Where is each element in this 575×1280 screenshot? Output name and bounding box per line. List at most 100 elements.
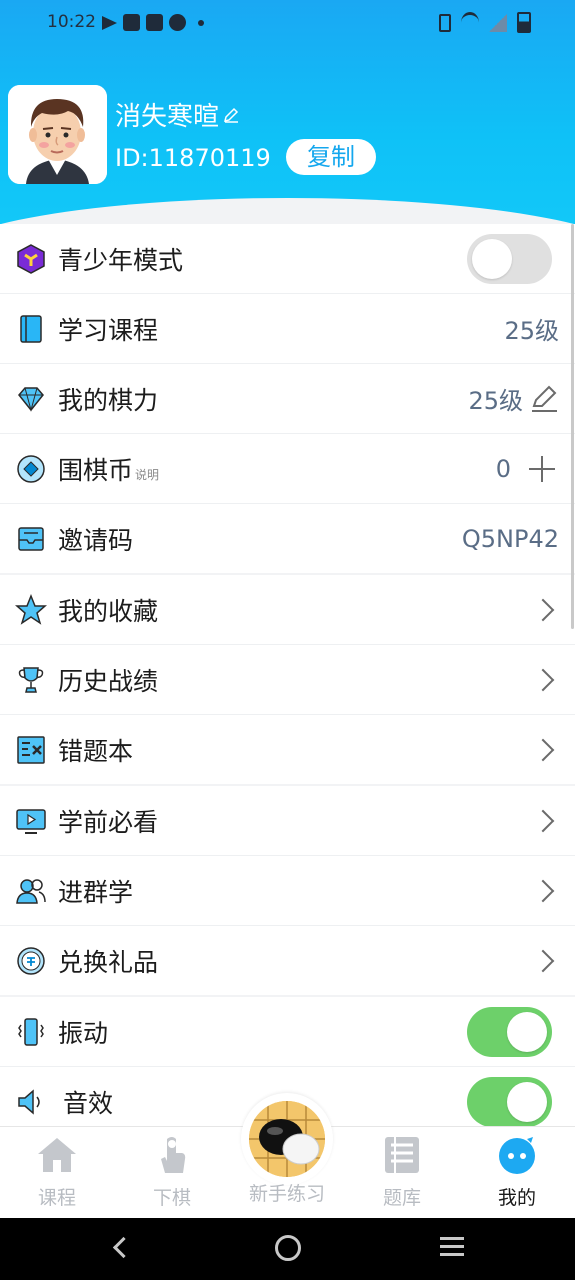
- row-label: 进群学: [58, 877, 134, 907]
- signal-icon: [489, 13, 507, 32]
- avatar-cartoon-icon: [8, 85, 107, 184]
- coin-help-link[interactable]: 说明: [135, 468, 159, 482]
- copy-id-button[interactable]: 复制: [286, 139, 376, 175]
- value-text: Q5NP42: [461, 524, 559, 553]
- recent-apps-icon[interactable]: [440, 1237, 464, 1256]
- status-time: 10:22: [47, 12, 96, 32]
- wifi-icon: [461, 12, 479, 33]
- skill-level-value[interactable]: 25级: [468, 381, 559, 416]
- coin-label: 围棋币: [58, 455, 134, 485]
- row-invite-code[interactable]: 邀请码 Q5NP42: [0, 504, 575, 573]
- home-circle-icon[interactable]: [275, 1235, 301, 1261]
- settings-section-records: 我的收藏 历史战绩 错题本: [0, 575, 575, 784]
- toggle-knob: [472, 238, 512, 279]
- row-courses[interactable]: 学习课程 25级: [0, 294, 575, 364]
- settings-section-community: 学前必看 进群学 兑换礼品: [0, 786, 575, 995]
- row-label: 错题本: [58, 736, 134, 766]
- chevron-right-icon: [531, 949, 555, 972]
- system-navigation-bar: [0, 1218, 575, 1280]
- vibration-toggle[interactable]: [467, 1006, 552, 1057]
- group-icon: [16, 878, 46, 904]
- row-label: 兑换礼品: [58, 947, 159, 977]
- tab-label: 课程: [37, 1187, 76, 1209]
- avatar[interactable]: [8, 85, 107, 184]
- value-text: 25级: [468, 387, 523, 415]
- username-text: 消失寒暄: [115, 102, 220, 132]
- chevron-right-icon: [531, 809, 555, 832]
- tab-label: 我的: [497, 1187, 536, 1209]
- user-id: ID:11870119: [115, 144, 271, 172]
- invite-code-value: Q5NP42: [462, 525, 559, 553]
- row-label: 我的收藏: [58, 596, 159, 626]
- row-skill[interactable]: 我的棋力 25级: [0, 364, 575, 434]
- youth-mode-toggle[interactable]: [467, 233, 552, 284]
- row-youth-mode[interactable]: 青少年模式: [0, 224, 575, 294]
- row-history[interactable]: 历史战绩: [0, 645, 575, 715]
- value-text: 25级: [504, 317, 559, 345]
- coin-icon: [17, 454, 45, 483]
- scrollbar-thumb[interactable]: [571, 224, 574, 629]
- username[interactable]: 消失寒暄: [115, 96, 239, 133]
- status-bar: 10:22: [0, 0, 575, 48]
- row-coins[interactable]: 围棋币 说明 0: [0, 434, 575, 504]
- row-label: 学习课程: [58, 315, 159, 345]
- sound-toggle[interactable]: [467, 1076, 552, 1127]
- invite-icon: [18, 526, 44, 551]
- row-must-watch[interactable]: 学前必看: [0, 786, 575, 856]
- mail-icon: [123, 14, 140, 31]
- value-text: 0: [495, 454, 511, 483]
- header-curve: [0, 198, 575, 225]
- row-label: 邀请码: [58, 525, 134, 555]
- battery-icon: [517, 12, 531, 33]
- row-label: 我的棋力: [58, 385, 159, 415]
- tab-beginner-practice[interactable]: [241, 1093, 333, 1185]
- edit-pencil-icon[interactable]: [529, 384, 559, 414]
- system-icons: [439, 12, 531, 33]
- chevron-right-icon: [531, 668, 555, 691]
- error-book-icon: [17, 735, 45, 764]
- mail-icon: [146, 14, 163, 31]
- tab-mine[interactable]: 我的: [477, 1135, 557, 1210]
- notification-icons: [102, 14, 204, 31]
- tab-play[interactable]: 下棋: [132, 1135, 212, 1210]
- row-label: 学前必看: [58, 807, 159, 837]
- edit-pencil-icon[interactable]: [223, 107, 239, 123]
- tab-label: 下棋: [152, 1187, 191, 1209]
- row-label: 音效: [63, 1088, 114, 1118]
- telegram-icon: [102, 15, 117, 30]
- course-level-value: 25级: [504, 311, 559, 346]
- chevron-right-icon: [531, 879, 555, 902]
- row-label: 振动: [58, 1018, 109, 1048]
- row-label: 青少年模式: [58, 245, 184, 275]
- compass-icon: [169, 14, 186, 31]
- row-vibration[interactable]: 振动: [0, 997, 575, 1067]
- tap-icon: [161, 1137, 186, 1173]
- row-mistakes[interactable]: 错题本: [0, 715, 575, 784]
- go-board-thumbnail: [249, 1101, 325, 1177]
- vibrate-icon: [18, 1017, 44, 1046]
- mascot-icon: [499, 1137, 535, 1174]
- chevron-right-icon: [531, 738, 555, 761]
- gift-exchange-icon: [17, 946, 45, 975]
- tab-label: 题库: [382, 1187, 421, 1209]
- row-redeem-gifts[interactable]: 兑换礼品: [0, 926, 575, 995]
- star-icon: [15, 593, 47, 625]
- row-favorites[interactable]: 我的收藏: [0, 575, 575, 645]
- vibrate-mode-icon: [439, 13, 451, 32]
- chevron-right-icon: [531, 598, 555, 621]
- toggle-knob: [507, 1081, 547, 1122]
- tab-question-bank[interactable]: 题库: [362, 1135, 442, 1210]
- video-icon: [16, 808, 46, 834]
- row-label: 围棋币 说明: [58, 451, 159, 487]
- row-join-group[interactable]: 进群学: [0, 856, 575, 926]
- toggle-knob: [507, 1011, 547, 1052]
- tab-courses[interactable]: 课程: [17, 1135, 97, 1210]
- row-label: 历史战绩: [58, 666, 159, 696]
- add-coin-plus-icon[interactable]: [529, 455, 555, 482]
- settings-list: 青少年模式 学习课程 25级 我的棋力 25级 围棋币 说明 0 邀请码 Q5N…: [0, 224, 575, 1136]
- tab-label: 新手练习: [248, 1183, 325, 1205]
- book-icon: [20, 314, 42, 343]
- back-icon[interactable]: [112, 1236, 135, 1259]
- speaker-icon: [18, 1088, 40, 1115]
- trophy-icon: [18, 666, 44, 693]
